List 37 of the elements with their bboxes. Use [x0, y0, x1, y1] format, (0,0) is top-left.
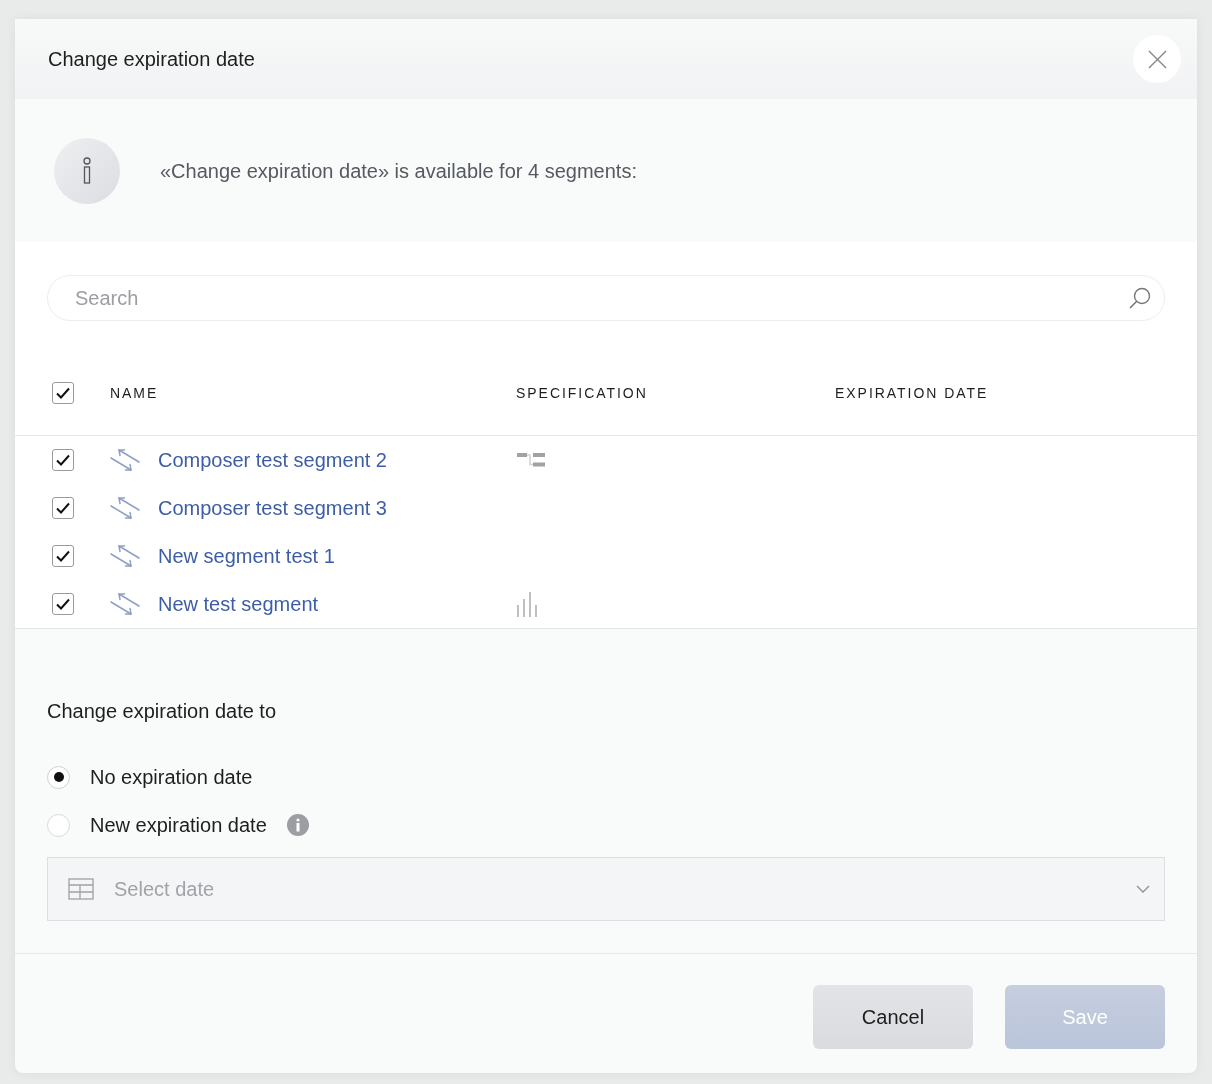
checkbox[interactable]	[52, 449, 74, 471]
segment-link[interactable]: Composer test segment 3	[158, 493, 387, 523]
info-icon[interactable]	[286, 814, 309, 836]
checkmark-icon	[56, 550, 70, 562]
section-title: Change expiration date to	[47, 699, 277, 724]
close-icon	[1147, 49, 1167, 69]
arrows-icon	[110, 497, 140, 519]
column-header: SPECIFICATION	[516, 385, 648, 401]
checkmark-icon	[56, 598, 70, 610]
chevron-down-icon	[1136, 885, 1150, 893]
checkmark-icon	[56, 502, 70, 514]
segment-link[interactable]: New segment test 1	[158, 541, 335, 571]
column-header: EXPIRATION DATE	[835, 385, 989, 401]
search-field[interactable]: Search	[47, 275, 1165, 321]
arrows-icon	[110, 545, 140, 567]
checkbox[interactable]	[52, 545, 74, 567]
checkbox[interactable]	[52, 593, 74, 615]
arrows-icon	[110, 449, 140, 471]
checkmark-icon	[56, 387, 70, 399]
radio-button[interactable]	[47, 813, 70, 837]
radio-label: New expiration date	[90, 813, 267, 838]
arrows-icon	[110, 593, 140, 615]
notice-text: «Change expiration date» is available for 4 segments:	[160, 158, 637, 184]
date-placeholder: Select date	[114, 877, 215, 902]
segment-link[interactable]: Composer test segment 2	[158, 445, 387, 475]
segment-link[interactable]: New test segment	[158, 589, 319, 619]
cancel-button[interactable]: Cancel	[813, 985, 973, 1049]
column-header: NAME	[110, 385, 159, 401]
radio-label: No expiration date	[90, 765, 253, 790]
info-icon	[54, 137, 120, 204]
radio-button[interactable]	[47, 765, 70, 789]
checkbox[interactable]	[52, 497, 74, 519]
checkmark-icon	[56, 454, 70, 466]
dialog-title: Change expiration date	[48, 47, 255, 72]
search-icon	[1129, 287, 1151, 309]
checkbox[interactable]	[52, 382, 74, 404]
calendar-icon	[68, 878, 94, 900]
